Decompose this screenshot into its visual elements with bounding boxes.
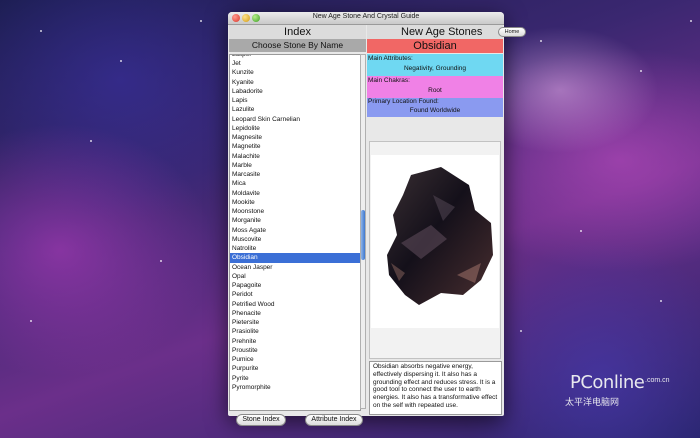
list-item[interactable]: Phenacite [230, 309, 360, 318]
list-item[interactable]: Lapis [230, 96, 360, 105]
list-item[interactable]: Malachite [230, 152, 360, 161]
list-item[interactable]: Pumice [230, 355, 360, 364]
list-item[interactable]: Prehnite [230, 337, 360, 346]
location-label: Primary Location Found: [368, 98, 439, 105]
list-item[interactable]: Peridot [230, 290, 360, 299]
list-item[interactable]: Morganite [230, 216, 360, 225]
list-item[interactable]: Papagoite [230, 281, 360, 290]
list-item[interactable]: Ocean Jasper [230, 263, 360, 272]
list-item[interactable]: Obsidian [230, 253, 360, 263]
main-attributes-value: Negativity, Grounding [403, 65, 467, 72]
list-item[interactable]: Opal [230, 272, 360, 281]
stone-detail-panel: New Age Stones Obsidian Main Attributes:… [367, 25, 503, 415]
attribute-index-button[interactable]: Attribute Index [305, 414, 363, 426]
list-item[interactable]: Proustite [230, 346, 360, 355]
watermark-subtitle: 太平洋电脑网 [565, 397, 620, 407]
list-item[interactable]: Pyrite [230, 374, 360, 383]
list-item[interactable]: Moldavite [230, 189, 360, 198]
list-item[interactable]: Marcasite [230, 170, 360, 179]
watermark-brand: PConline [570, 372, 645, 393]
detail-heading: New Age Stones [401, 26, 483, 38]
title-bar[interactable]: New Age Stone And Crystal Guide [228, 12, 504, 25]
stone-index-button[interactable]: Stone Index [236, 414, 286, 426]
location-row: Primary Location Found: Found Worldwide [367, 98, 503, 117]
main-chakras-label: Main Chakras: [368, 77, 410, 84]
list-item[interactable]: Purpurite [230, 364, 360, 373]
stone-image-frame [369, 141, 501, 359]
list-item[interactable]: Prasiolite [230, 327, 360, 336]
home-button[interactable]: Home [498, 27, 526, 37]
vertical-scrollbar[interactable] [360, 54, 366, 409]
main-chakras-value: Root [428, 87, 442, 94]
list-item[interactable]: Mookite [230, 198, 360, 207]
main-attributes-label: Main Attributes: [368, 55, 413, 62]
list-item[interactable]: Labadorite [230, 87, 360, 96]
window-title: New Age Stone And Crystal Guide [312, 13, 420, 20]
list-item[interactable]: Magnesite [230, 133, 360, 142]
list-item[interactable]: Lazulite [230, 105, 360, 114]
list-item[interactable]: Moss Agate [230, 226, 360, 235]
vertical-scroll-thumb[interactable] [361, 210, 365, 260]
list-item[interactable]: Petrified Wood [230, 300, 360, 309]
list-item[interactable]: Kunzite [230, 68, 360, 77]
stone-description: Obsidian absorbs negative energy, effect… [369, 361, 502, 415]
list-item[interactable]: Mica [230, 179, 360, 188]
stone-name: Obsidian [367, 39, 503, 53]
list-item[interactable]: Kyanite [230, 78, 360, 87]
stone-image [371, 155, 499, 328]
stone-list[interactable]: Jasper JetKunziteKyaniteLabadoriteLapisL… [229, 54, 361, 411]
list-item[interactable]: Pietersite [230, 318, 360, 327]
list-item[interactable]: Marble [230, 161, 360, 170]
detail-header: New Age Stones [367, 25, 503, 39]
location-value: Found Worldwide [409, 107, 461, 114]
list-item[interactable]: Moonstone [230, 207, 360, 216]
list-item[interactable]: Pyromorphite [230, 383, 360, 392]
pconline-watermark: PConline .com.cn 太平洋电脑网 [565, 372, 670, 407]
list-item[interactable]: Jet [230, 59, 360, 68]
stone-list-items: Jet Kunzite Kyanite Labadorite Lapis Lazulite… [230, 59, 360, 392]
obsidian-stone-image [387, 167, 493, 305]
list-item[interactable]: Leopard Skin Carnelian [230, 115, 360, 124]
app-window: New Age Stone And Crystal Guide Index Ch… [228, 12, 526, 426]
list-item[interactable]: Natrolite [230, 244, 360, 253]
list-item[interactable]: Magnetite [230, 142, 360, 151]
index-subheading: Choose Stone By Name [229, 39, 366, 52]
list-item[interactable]: Muscovite [230, 235, 360, 244]
watermark-url: .com.cn [645, 377, 670, 384]
index-heading: Index [229, 25, 366, 39]
list-item[interactable]: Lepidolite [230, 124, 360, 133]
index-panel: Index Choose Stone By Name Jasper JetKun… [229, 25, 366, 426]
main-attributes-row: Main Attributes: Negativity, Grounding [367, 54, 503, 76]
main-chakras-row: Main Chakras: Root [367, 76, 503, 98]
